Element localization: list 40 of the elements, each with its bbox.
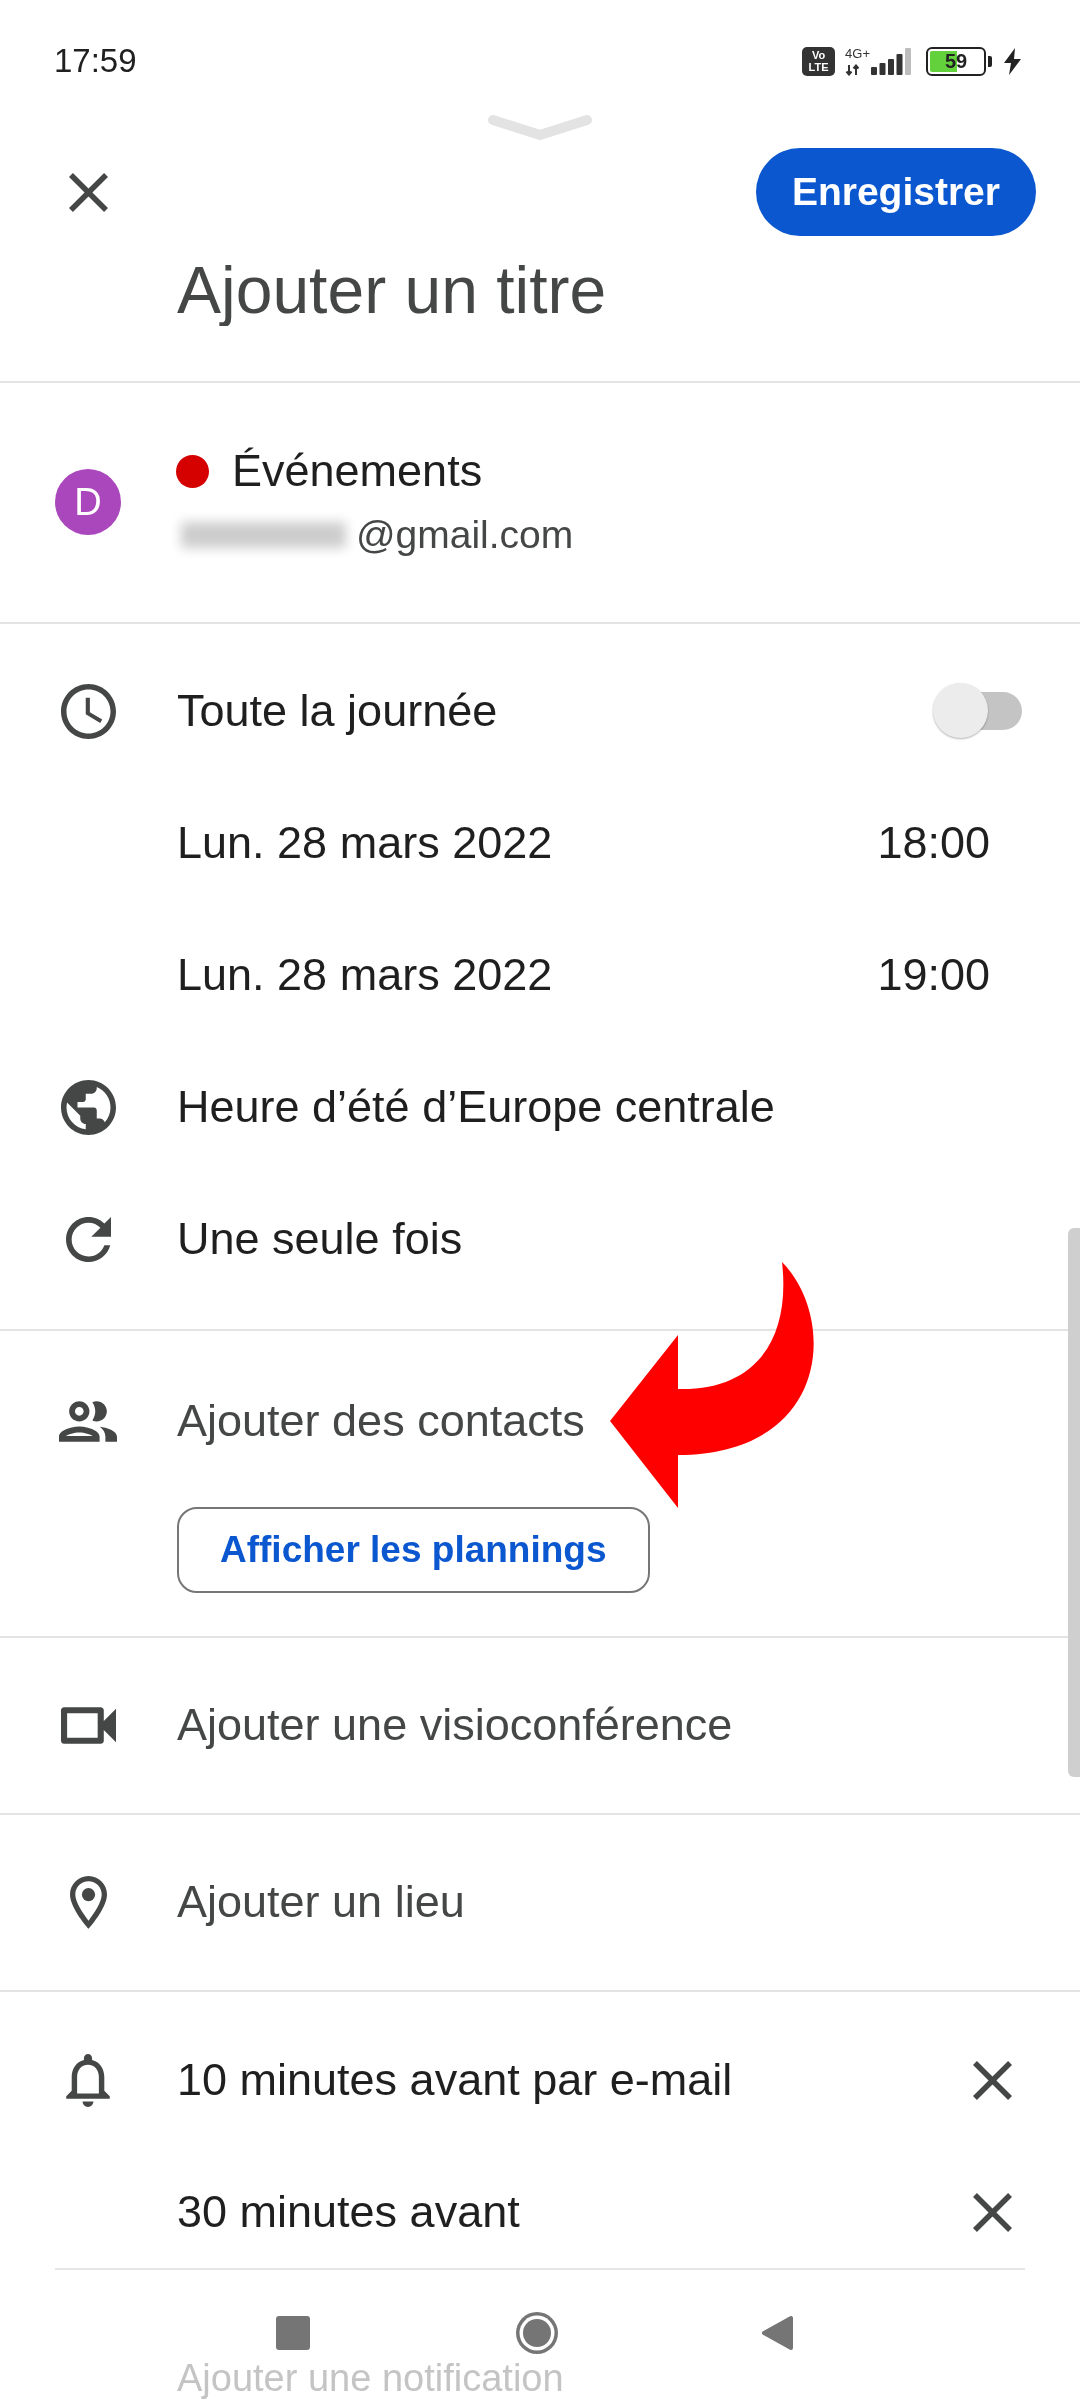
calendar-dot-icon: [176, 454, 209, 488]
location-pin-icon: [69, 1875, 107, 1929]
network-type: 4G+: [845, 46, 870, 61]
triangle-icon: [761, 2315, 793, 2351]
all-day-toggle[interactable]: [932, 681, 1024, 741]
account-avatar: D: [55, 469, 121, 535]
time-picker[interactable]: 18:00: [877, 815, 990, 871]
timezone-item[interactable]: Heure d’été d’Europe centrale: [177, 1079, 775, 1135]
square-icon: [276, 2316, 310, 2350]
charging-icon: [1003, 47, 1022, 75]
all-day-label: Toute la journée: [177, 684, 498, 738]
close-icon: [68, 172, 108, 212]
close-icon: [972, 2060, 1012, 2100]
clock-icon: [60, 683, 116, 739]
home-button[interactable]: [516, 2312, 558, 2354]
circle-icon: [516, 2312, 558, 2354]
time-picker[interactable]: 19:00: [877, 947, 990, 1003]
add-conference-item[interactable]: Ajouter une visioconférence: [177, 1697, 733, 1753]
reminder-item[interactable]: 30 minutes avant: [177, 2184, 520, 2240]
save-button[interactable]: Enregistrer: [755, 148, 1036, 236]
add-guests-item[interactable]: Ajouter des contacts: [177, 1393, 585, 1449]
schedules-button[interactable]: Afficher les plannings: [177, 1507, 650, 1593]
back-button[interactable]: [761, 2315, 793, 2351]
recurrence-item[interactable]: Une seule fois: [177, 1211, 463, 1267]
bell-icon: [66, 2053, 110, 2107]
account-email: @gmail.com: [356, 512, 574, 558]
people-icon: [59, 1399, 117, 1443]
close-icon: [972, 2192, 1012, 2232]
globe-icon: [60, 1079, 116, 1135]
video-camera-icon: [60, 1706, 116, 1744]
reminder-item[interactable]: 10 minutes avant par e-mail: [177, 2052, 733, 2108]
date-picker[interactable]: Lun. 28 mars 2022: [177, 947, 553, 1003]
add-location-item[interactable]: Ajouter un lieu: [177, 1874, 465, 1930]
data-arrows-icon: [845, 63, 861, 76]
date-picker[interactable]: Lun. 28 mars 2022: [177, 815, 553, 871]
clock-time: 17:59: [54, 41, 137, 81]
repeat-icon: [65, 1216, 111, 1262]
signal-icon: [871, 47, 912, 75]
volte-badge: Vo LTE: [802, 46, 836, 76]
calendar-name[interactable]: Événements: [232, 443, 483, 499]
